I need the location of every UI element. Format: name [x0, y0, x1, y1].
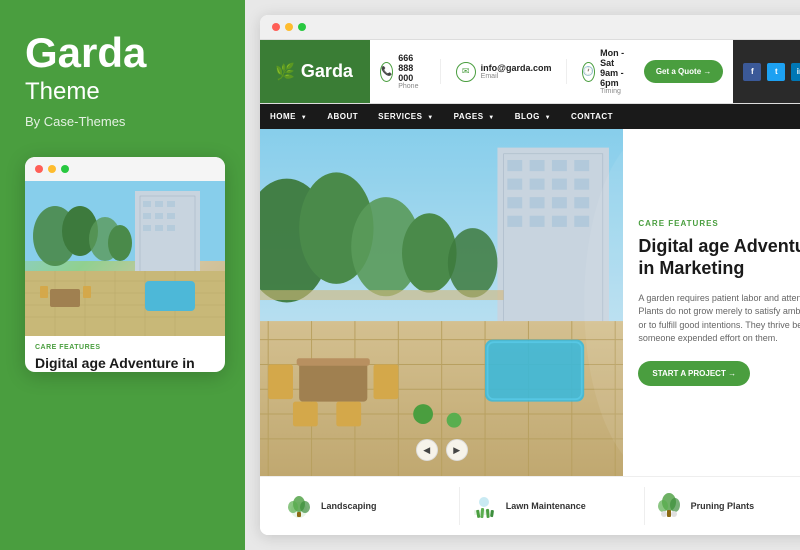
services-bar: Landscaping Lawn Maintenance [260, 476, 800, 535]
mini-care-label: CARE FEATURES [25, 336, 225, 354]
right-panel: 🌿 Garda 📞 666 888 000 Phone ✉ info@garda… [245, 0, 800, 550]
get-quote-button[interactable]: Get a Quote → [644, 60, 724, 83]
care-features-label: CARE FEATURES [638, 219, 800, 228]
mini-hero-image [25, 181, 225, 336]
phone-number: 666 888 000 [398, 53, 425, 83]
theme-author: By Case-Themes [25, 114, 225, 129]
contact-email-details: info@garda.com Email [481, 63, 552, 80]
contact-timing: 🕐 Mon - Sat 9am - 6pm Timing [582, 48, 629, 95]
nav-contact[interactable]: CONTACT [561, 104, 623, 129]
mini-garden-svg [25, 181, 225, 336]
service-landscaping: Landscaping [275, 487, 460, 525]
logo-icon: 🌿 [275, 62, 295, 82]
twitter-icon[interactable]: t [767, 63, 785, 81]
nav-home[interactable]: HOME ▼ [260, 104, 317, 129]
nav-blog-arrow: ▼ [545, 115, 551, 121]
email-address: info@garda.com [481, 63, 552, 73]
landscaping-label: Landscaping [321, 501, 377, 511]
site-header: 🌿 Garda 📞 666 888 000 Phone ✉ info@garda… [260, 40, 800, 104]
nav-home-arrow: ▼ [301, 115, 307, 121]
browser-window: 🌿 Garda 📞 666 888 000 Phone ✉ info@garda… [260, 15, 800, 535]
lawn-label: Lawn Maintenance [506, 501, 586, 511]
browser-dot-green [298, 23, 306, 31]
site-logo-area: 🌿 Garda [260, 40, 370, 103]
hero-title: Digital age Adventure in Marketing [638, 236, 800, 279]
timing-label: Timing [600, 88, 629, 95]
email-label: Email [481, 73, 552, 80]
nav-services[interactable]: SERVICES ▼ [368, 104, 444, 129]
nav-about[interactable]: ABOUT [317, 104, 368, 129]
hero-garden-svg [260, 129, 623, 476]
phone-label: Phone [398, 83, 425, 90]
site-main: ◀ ▶ CARE FEATURES Digital age Adventure … [260, 129, 800, 476]
nav-pages-arrow: ▼ [488, 115, 494, 121]
browser-dot-yellow [285, 23, 293, 31]
lawn-icon [470, 492, 498, 520]
theme-title: Garda [25, 30, 225, 76]
mini-dot-yellow [48, 165, 56, 173]
timing-hours: Mon - Sat 9am - 6pm [600, 48, 629, 88]
social-bar: f t in ▶ [733, 40, 800, 103]
contact-bar: 📞 666 888 000 Phone ✉ info@garda.com Ema… [370, 40, 733, 103]
contact-phone: 📞 666 888 000 Phone [380, 53, 425, 90]
email-icon: ✉ [456, 62, 476, 82]
phone-icon: 📞 [380, 62, 393, 82]
hero-section: ◀ ▶ [260, 129, 623, 476]
contact-timing-details: Mon - Sat 9am - 6pm Timing [600, 48, 629, 95]
mini-browser-bar [25, 157, 225, 181]
facebook-icon[interactable]: f [743, 63, 761, 81]
start-project-button[interactable]: START A PROJECT → [638, 361, 750, 386]
carousel-controls: ◀ ▶ [416, 439, 468, 461]
hero-description: A garden requires patient labor and atte… [638, 292, 800, 346]
landscaping-icon [285, 492, 313, 520]
linkedin-icon[interactable]: in [791, 63, 800, 81]
nav-services-arrow: ▼ [427, 115, 433, 121]
contact-phone-details: 666 888 000 Phone [398, 53, 425, 90]
browser-top-bar [260, 15, 800, 40]
carousel-next-button[interactable]: ▶ [446, 439, 468, 461]
left-panel: Garda Theme By Case-Themes [0, 0, 245, 550]
nav-blog[interactable]: BLOG ▼ [505, 104, 561, 129]
nav-pages[interactable]: PAGES ▼ [444, 104, 505, 129]
carousel-prev-button[interactable]: ◀ [416, 439, 438, 461]
theme-subtitle: Theme [25, 78, 225, 106]
logo-text: Garda [301, 61, 353, 82]
site-nav: HOME ▼ ABOUT SERVICES ▼ PAGES ▼ BLOG ▼ C… [260, 104, 800, 129]
mini-dot-green [61, 165, 69, 173]
service-lawn: Lawn Maintenance [460, 487, 645, 525]
service-pruning: Pruning Plants [645, 487, 800, 525]
content-panel: CARE FEATURES Digital age Adventure in M… [623, 129, 800, 476]
clock-icon: 🕐 [582, 62, 595, 82]
mini-dot-red [35, 165, 43, 173]
pruning-icon [655, 492, 683, 520]
browser-dot-red [272, 23, 280, 31]
contact-email: ✉ info@garda.com Email [456, 62, 552, 82]
mini-card-title: Digital age Adventure in [25, 354, 225, 372]
pruning-label: Pruning Plants [691, 501, 755, 511]
mini-browser-card: CARE FEATURES Digital age Adventure in [25, 157, 225, 372]
